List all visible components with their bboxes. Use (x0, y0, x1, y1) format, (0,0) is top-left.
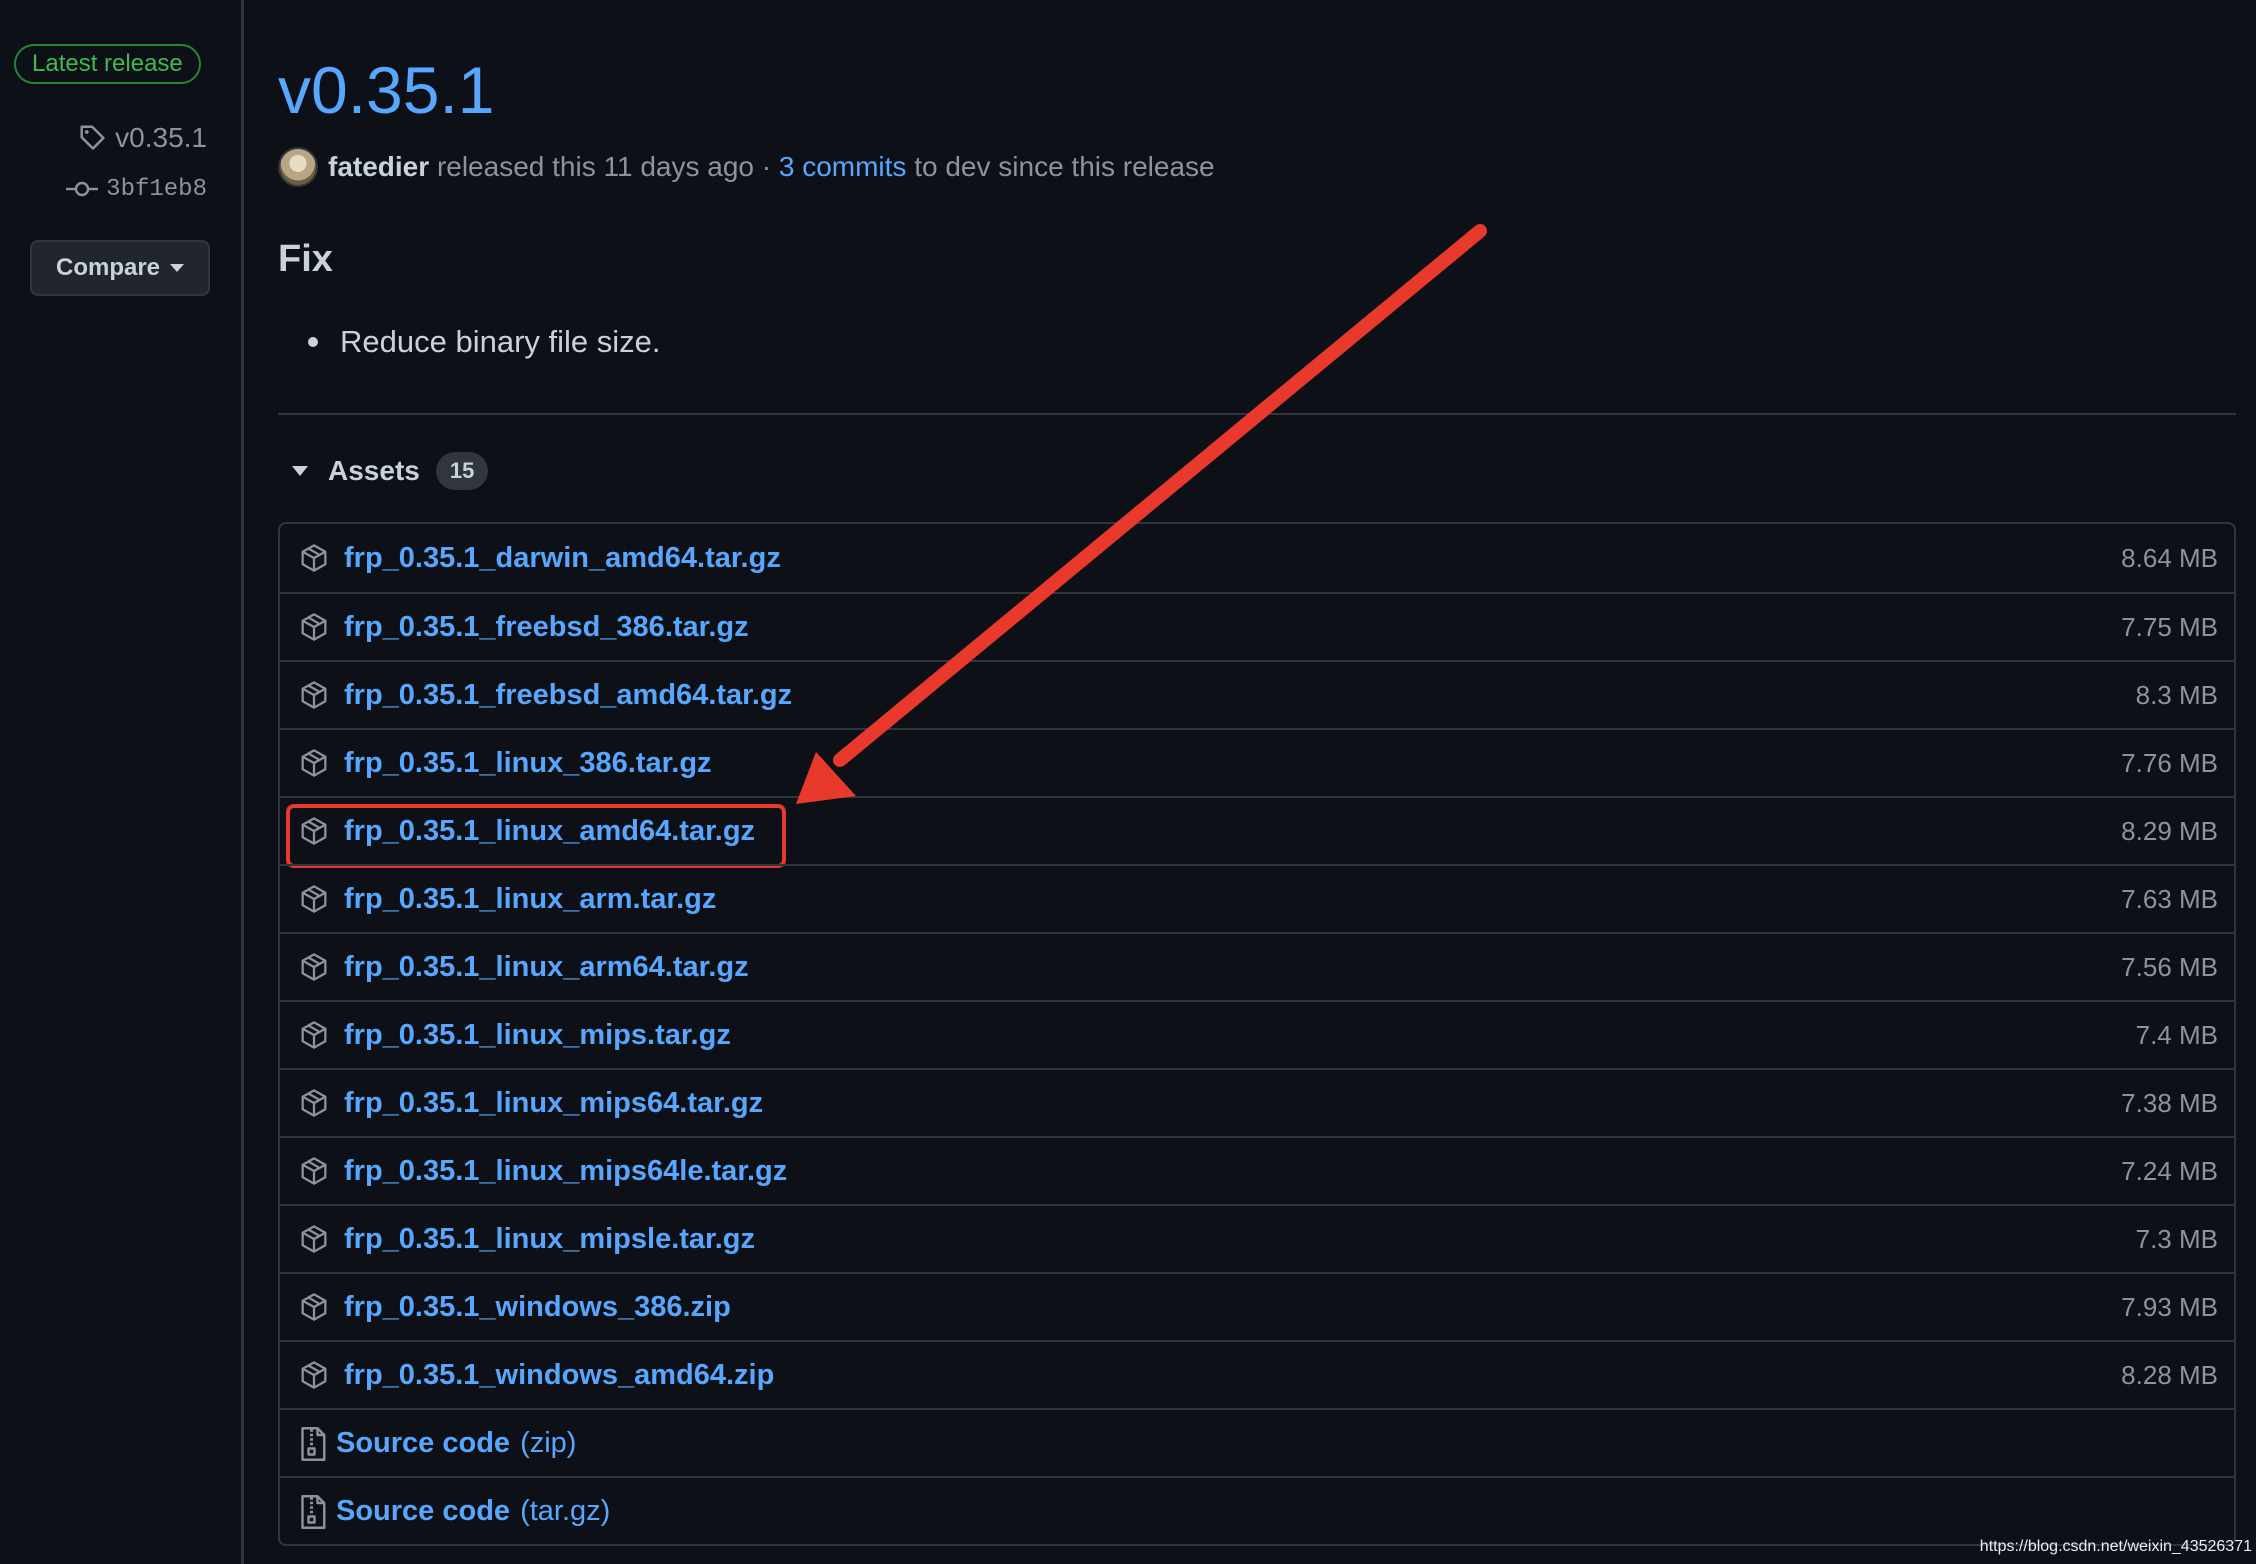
package-icon (298, 815, 330, 847)
asset-download-link[interactable]: frp_0.35.1_linux_mips64le.tar.gz (344, 1155, 787, 1188)
asset-download-link[interactable]: frp_0.35.1_linux_amd64.tar.gz (344, 815, 755, 848)
tag-label: v0.35.1 (115, 122, 207, 153)
compare-button[interactable]: Compare (30, 240, 210, 296)
asset-size: 7.75 MB (2121, 611, 2218, 642)
asset-row[interactable]: frp_0.35.1_freebsd_amd64.tar.gz 8.3 MB (280, 660, 2234, 728)
chevron-down-icon (170, 264, 185, 272)
compare-label: Compare (55, 254, 161, 281)
author-link[interactable]: fatedier (328, 151, 429, 183)
package-icon (298, 542, 330, 574)
release-page: Latest release v0.35.1 3bf1eb8 Compare v… (0, 0, 2256, 1564)
asset-row[interactable]: frp_0.35.1_windows_amd64.zip 8.28 MB (280, 1340, 2234, 1408)
asset-size: 7.76 MB (2121, 747, 2218, 778)
package-icon (298, 679, 330, 711)
asset-size: 8.3 MB (2135, 679, 2218, 710)
asset-row[interactable]: frp_0.35.1_darwin_amd64.tar.gz 8.64 MB (280, 524, 2234, 592)
asset-row[interactable]: frp_0.35.1_linux_mips64le.tar.gz 7.24 MB (280, 1136, 2234, 1204)
package-icon (298, 883, 330, 915)
divider (278, 413, 2236, 415)
source-code-format: (zip) (520, 1426, 577, 1459)
asset-row[interactable]: frp_0.35.1_linux_arm.tar.gz 7.63 MB (280, 864, 2234, 932)
package-icon (298, 747, 330, 779)
asset-row[interactable]: frp_0.35.1_linux_amd64.tar.gz 8.29 MB (280, 796, 2234, 868)
source-code-format: (tar.gz) (520, 1494, 611, 1527)
asset-size: 8.29 MB (2121, 815, 2218, 846)
asset-row[interactable]: frp_0.35.1_windows_386.zip 7.93 MB (280, 1272, 2234, 1340)
asset-row[interactable]: frp_0.35.1_linux_386.tar.gz 7.76 MB (280, 728, 2234, 796)
assets-count-badge: 15 (435, 452, 489, 490)
asset-list: frp_0.35.1_darwin_amd64.tar.gz 8.64 MB fr… (278, 522, 2236, 1546)
release-sidebar: Latest release v0.35.1 3bf1eb8 Compare (0, 0, 244, 1564)
release-meta: fatedier released this 11 days ago · 3 c… (278, 146, 1215, 188)
package-icon (298, 1087, 330, 1119)
release-note-item: Reduce binary file size. (308, 320, 661, 364)
asset-size: 7.24 MB (2121, 1155, 2218, 1186)
asset-download-link[interactable]: frp_0.35.1_freebsd_386.tar.gz (344, 611, 749, 644)
commit-sha: 3bf1eb8 (106, 175, 207, 203)
commits-link[interactable]: 3 commits (779, 151, 907, 183)
asset-download-link[interactable]: frp_0.35.1_linux_mipsle.tar.gz (344, 1223, 755, 1256)
file-zip-icon (298, 1494, 328, 1529)
file-zip-icon (298, 1426, 328, 1461)
caret-down-icon[interactable] (286, 457, 314, 485)
source-code-row[interactable]: Source code (tar.gz) (280, 1476, 2234, 1544)
release-note-text: Reduce binary file size. (340, 324, 661, 359)
released-text: released this 11 days ago · (436, 151, 772, 182)
release-title[interactable]: v0.35.1 (278, 50, 495, 130)
assets-header[interactable]: Assets 15 (286, 450, 489, 492)
assets-label: Assets (328, 455, 420, 486)
source-code-row[interactable]: Source code (zip) (280, 1408, 2234, 1476)
asset-size: 8.28 MB (2121, 1359, 2218, 1390)
asset-download-link[interactable]: frp_0.35.1_linux_mips64.tar.gz (344, 1087, 763, 1120)
package-icon (298, 1019, 330, 1051)
source-code-link[interactable]: Source code (zip) (336, 1427, 576, 1460)
package-icon (298, 611, 330, 643)
asset-download-link[interactable]: frp_0.35.1_linux_arm64.tar.gz (344, 951, 749, 984)
asset-download-link[interactable]: frp_0.35.1_linux_386.tar.gz (344, 747, 712, 780)
asset-size: 7.93 MB (2121, 1291, 2218, 1322)
asset-row[interactable]: frp_0.35.1_freebsd_386.tar.gz 7.75 MB (280, 592, 2234, 660)
asset-download-link[interactable]: frp_0.35.1_linux_arm.tar.gz (344, 883, 716, 916)
tag-icon (80, 125, 105, 150)
asset-download-link[interactable]: frp_0.35.1_freebsd_amd64.tar.gz (344, 679, 792, 712)
source-code-link[interactable]: Source code (tar.gz) (336, 1495, 610, 1528)
asset-download-link[interactable]: frp_0.35.1_windows_386.zip (344, 1291, 731, 1324)
notes-heading: Fix (278, 238, 333, 280)
asset-size: 7.4 MB (2135, 1019, 2218, 1050)
asset-size: 7.3 MB (2135, 1223, 2218, 1254)
commit-link[interactable]: 3bf1eb8 (66, 172, 207, 206)
latest-release-badge: Latest release (14, 44, 201, 84)
avatar[interactable] (278, 147, 318, 187)
asset-download-link[interactable]: frp_0.35.1_linux_mips.tar.gz (344, 1019, 731, 1052)
asset-row[interactable]: frp_0.35.1_linux_mips.tar.gz 7.4 MB (280, 1000, 2234, 1068)
package-icon (298, 1359, 330, 1391)
asset-size: 7.56 MB (2121, 951, 2218, 982)
commit-icon (66, 181, 99, 197)
asset-size: 8.64 MB (2121, 542, 2218, 573)
watermark: https://blog.csdn.net/weixin_43526371 (1979, 1538, 2252, 1555)
asset-size: 7.38 MB (2121, 1087, 2218, 1118)
bullet-icon (308, 337, 318, 347)
asset-download-link[interactable]: frp_0.35.1_darwin_amd64.tar.gz (344, 542, 781, 575)
asset-row[interactable]: frp_0.35.1_linux_arm64.tar.gz 7.56 MB (280, 932, 2234, 1000)
package-icon (298, 1223, 330, 1255)
asset-row[interactable]: frp_0.35.1_linux_mipsle.tar.gz 7.3 MB (280, 1204, 2234, 1272)
commits-suffix: to dev since this release (914, 151, 1215, 182)
asset-size: 7.63 MB (2121, 883, 2218, 914)
package-icon (298, 1155, 330, 1187)
package-icon (298, 1291, 330, 1323)
asset-row[interactable]: frp_0.35.1_linux_mips64.tar.gz 7.38 MB (280, 1068, 2234, 1136)
tag-link[interactable]: v0.35.1 (77, 120, 207, 156)
asset-download-link[interactable]: frp_0.35.1_windows_amd64.zip (344, 1359, 774, 1392)
package-icon (298, 951, 330, 983)
